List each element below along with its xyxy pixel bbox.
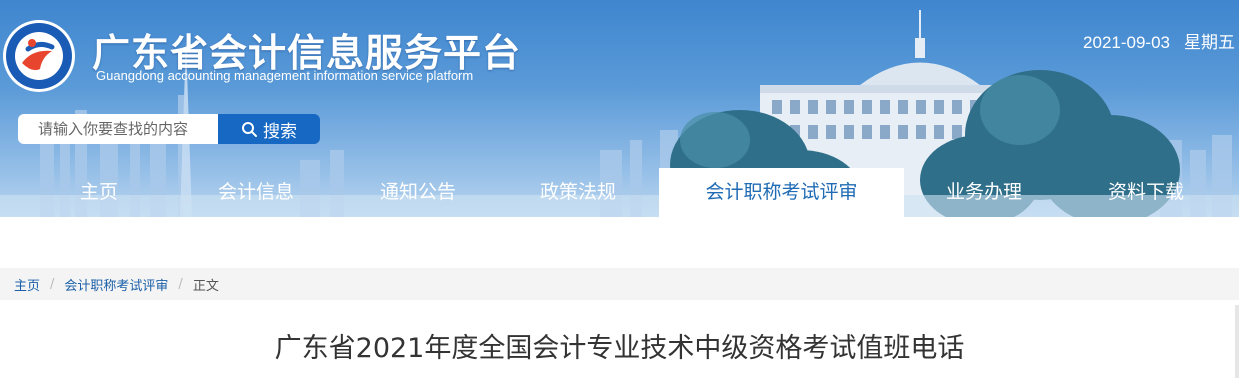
breadcrumb-home[interactable]: 主页 [14, 275, 40, 294]
breadcrumb-section[interactable]: 会计职称考试评审 [64, 275, 168, 294]
article-title: 广东省2021年度全国会计专业技术中级资格考试值班电话 [274, 333, 965, 364]
nav-item-exam-review[interactable]: 会计职称考试评审 [659, 168, 904, 217]
nav-item-downloads[interactable]: 资料下载 [1090, 168, 1202, 217]
nav-item-business[interactable]: 业务办理 [928, 168, 1040, 217]
breadcrumb-separator: / [50, 276, 55, 292]
nav-item-home[interactable]: 主页 [60, 168, 138, 217]
nav-item-policies[interactable]: 政策法规 [522, 168, 634, 217]
platform-logo [3, 20, 75, 92]
breadcrumb-current: 正文 [192, 278, 219, 294]
breadcrumb: 主页 / 会计职称考试评审 / 正文 [0, 268, 1239, 300]
search-button[interactable]: 搜索 [218, 114, 320, 144]
search-icon [242, 122, 257, 137]
header-banner: 广东省会计信息服务平台 Guangdong accounting managem… [0, 0, 1239, 217]
nav-item-notices[interactable]: 通知公告 [362, 168, 474, 217]
search-button-label: 搜索 [263, 121, 297, 142]
current-date: 2021-09-03 [1083, 33, 1170, 52]
current-weekday: 星期五 [1184, 33, 1235, 52]
scrollbar-track[interactable] [1235, 305, 1239, 378]
date-display: 2021-09-03 星期五 [1083, 28, 1235, 53]
main-nav: 主页 会计信息 通知公告 政策法规 会计职称考试评审 业务办理 资料下载 [0, 168, 1239, 217]
site-subtitle: Guangdong accounting management informat… [96, 68, 474, 83]
nav-item-accounting-info[interactable]: 会计信息 [200, 168, 312, 217]
breadcrumb-separator: / [178, 276, 183, 292]
search-input[interactable] [18, 114, 218, 144]
